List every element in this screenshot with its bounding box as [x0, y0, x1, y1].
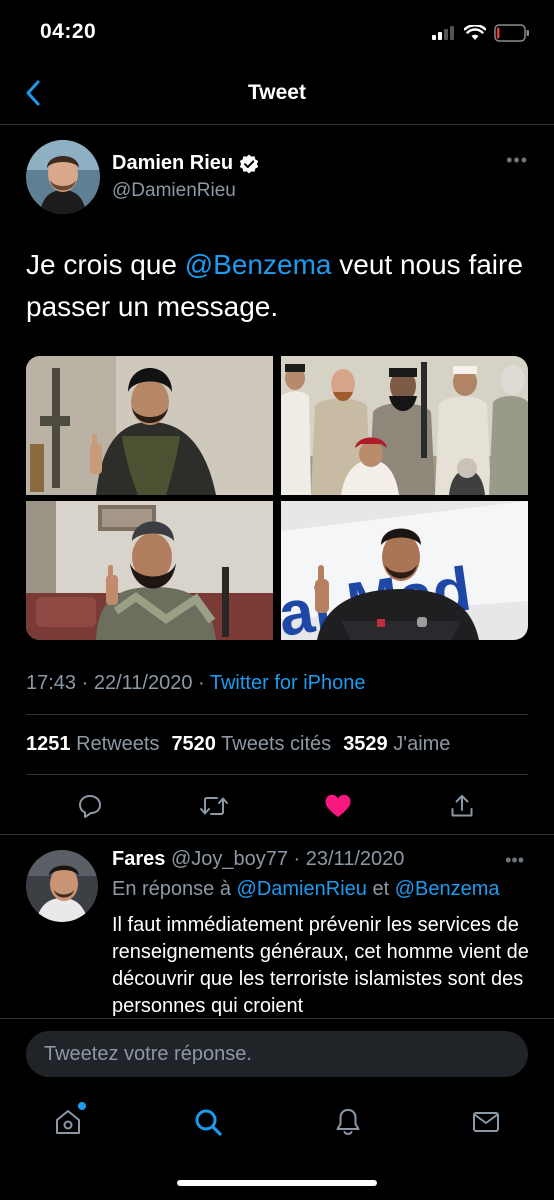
divider [26, 714, 528, 715]
tab-notifications[interactable] [328, 1102, 368, 1142]
page-title: Tweet [248, 81, 306, 104]
reply-author-name[interactable]: Fares [112, 848, 165, 870]
heart-icon [325, 794, 351, 817]
reply-avatar[interactable] [26, 850, 98, 922]
compose-area: Tweetez votre réponse. [0, 1018, 554, 1091]
verified-badge-icon [239, 154, 259, 173]
reply-date: · 23/11/2020 [287, 848, 405, 870]
quotes-stat[interactable]: 7520 Tweets cités [171, 733, 331, 756]
tweet-stats: 1251 Retweets 7520 Tweets cités 3529 J'a… [26, 733, 450, 756]
retweets-stat[interactable]: 1251 Retweets [26, 733, 159, 756]
tab-home[interactable] [48, 1102, 88, 1142]
share-button[interactable] [446, 790, 478, 822]
tweet-source-link[interactable]: Twitter for iPhone [210, 672, 366, 694]
likes-stat[interactable]: 3529 J'aime [343, 733, 450, 756]
likes-count: 3529 [343, 733, 388, 755]
likes-label: J'aime [393, 733, 451, 755]
tweet-text: Je crois que @Benzema veut nous faire pa… [26, 244, 526, 328]
reply-button[interactable] [74, 790, 106, 822]
share-icon [451, 795, 473, 817]
media-photo-3[interactable] [26, 501, 273, 640]
media-photo-1[interactable] [26, 356, 273, 495]
quotes-count: 7520 [171, 733, 216, 755]
nav-bar: Tweet [0, 64, 554, 125]
reply-input[interactable]: Tweetez votre réponse. [26, 1031, 528, 1077]
mail-icon [473, 1112, 499, 1132]
battery-icon [494, 24, 529, 42]
tab-messages[interactable] [466, 1102, 506, 1142]
tweet-text-before: Je crois que [26, 249, 185, 280]
reply-tweet[interactable]: Fares @Joy_boy77 · 23/11/2020 ••• En rép… [0, 840, 554, 1020]
status-icons [432, 22, 530, 44]
like-button[interactable] [322, 790, 354, 822]
tweet-actions [0, 784, 554, 828]
author-handle[interactable]: @DamienRieu [112, 180, 236, 202]
author-name[interactable]: Damien Rieu [112, 152, 259, 175]
reply-mention-2[interactable]: @Benzema [395, 878, 500, 900]
tweet-mention[interactable]: @Benzema [185, 249, 332, 280]
reply-mention-1[interactable]: @DamienRieu [237, 878, 367, 900]
divider [26, 774, 528, 775]
tweet-header: Damien Rieu @DamienRieu ••• [26, 140, 536, 216]
reply-author-handle[interactable]: @Joy_boy77 [171, 848, 288, 870]
home-indicator [177, 1180, 377, 1186]
divider [0, 834, 554, 835]
tweet-timestamp: 17:43 · 22/11/2020 · [26, 672, 210, 694]
retweets-count: 1251 [26, 733, 71, 755]
status-time: 04:20 [40, 20, 97, 43]
media-photo-4[interactable]: al Mad [281, 501, 528, 640]
author-name-text: Damien Rieu [112, 152, 234, 174]
status-bar: 04:20 [0, 0, 554, 64]
notification-dot [78, 1102, 86, 1110]
reply-and: et [366, 878, 395, 900]
reply-header: Fares @Joy_boy77 · 23/11/2020 [112, 848, 404, 871]
more-dots-icon[interactable]: ••• [505, 850, 524, 871]
comment-icon [79, 795, 101, 818]
wifi-icon [464, 25, 486, 40]
media-grid: al Mad [26, 356, 528, 640]
more-dots-icon[interactable]: ••• [506, 150, 528, 171]
retweets-label: Retweets [76, 733, 160, 755]
retweet-button[interactable] [198, 790, 230, 822]
reply-to-line: En réponse à @DamienRieu et @Benzema [112, 878, 499, 901]
bell-icon [336, 1109, 360, 1135]
reply-prefix: En réponse à [112, 878, 237, 900]
search-icon [195, 1109, 222, 1136]
quotes-label: Tweets cités [221, 733, 332, 755]
reply-text: Il faut immédiatement prévenir les servi… [112, 914, 529, 1017]
retweet-icon [200, 797, 228, 815]
tweet-meta: 17:43 · 22/11/2020 · Twitter for iPhone [26, 672, 365, 695]
signal-icon [432, 26, 454, 40]
home-icon [56, 1110, 80, 1134]
media-photo-2[interactable] [281, 356, 528, 495]
author-avatar[interactable] [26, 140, 100, 214]
tab-search[interactable] [188, 1102, 228, 1142]
